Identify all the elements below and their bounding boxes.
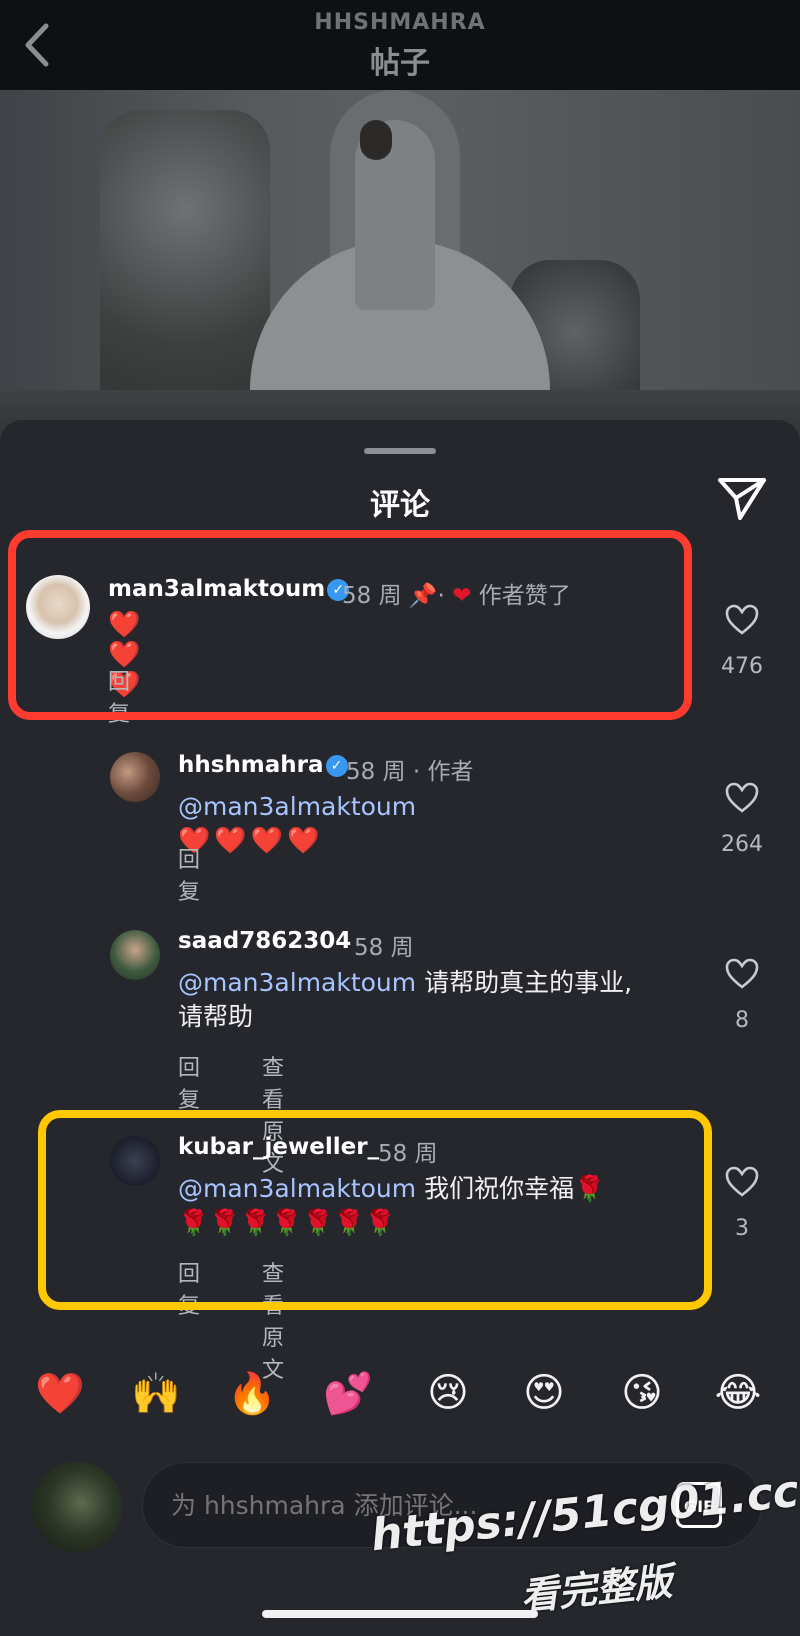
like-count: 264: [721, 832, 763, 857]
current-user-avatar: [32, 1462, 122, 1552]
emoji-crying[interactable]: 😢: [418, 1370, 478, 1416]
like-heart-icon[interactable]: [725, 958, 759, 990]
like-heart-icon[interactable]: [725, 604, 759, 636]
comment-username[interactable]: hhshmahra ✓: [178, 752, 348, 778]
emoji-fire[interactable]: 🔥: [222, 1370, 282, 1417]
comment-meta: 58 周 · 作者: [346, 759, 474, 785]
like-count: 8: [735, 1008, 749, 1033]
highlight-box-yellow: [38, 1110, 712, 1310]
emoji-joy[interactable]: 😂: [708, 1370, 768, 1416]
like-count: 476: [721, 654, 763, 679]
home-indicator[interactable]: [262, 1610, 538, 1618]
avatar[interactable]: [110, 930, 160, 980]
reply-button[interactable]: 回复: [178, 842, 200, 906]
sheet-grabber[interactable]: [364, 448, 436, 454]
emoji-two-hearts[interactable]: 💕: [318, 1370, 378, 1417]
comments-title: 评论: [370, 488, 430, 523]
emoji-raised-hands[interactable]: 🙌: [126, 1370, 186, 1417]
account-name: HHSHMAHRA: [314, 10, 486, 35]
mention-link[interactable]: @man3almaktoum: [178, 968, 416, 997]
page-title: 帖子: [370, 46, 430, 81]
share-paper-plane-icon[interactable]: [716, 474, 768, 522]
highlight-box-red: [8, 530, 692, 720]
like-heart-icon[interactable]: [725, 782, 759, 814]
like-count: 3: [735, 1216, 749, 1241]
comment-username[interactable]: saad7862304: [178, 928, 351, 954]
like-heart-icon[interactable]: [725, 1166, 759, 1198]
verified-badge-icon: ✓: [325, 755, 348, 777]
post-photo: [0, 90, 800, 442]
reply-button[interactable]: 回复: [178, 1050, 200, 1114]
emoji-kiss[interactable]: 😘: [612, 1370, 672, 1416]
emoji-heart[interactable]: ❤️: [30, 1370, 90, 1417]
comment-meta: 58 周: [354, 935, 414, 961]
quick-emoji-bar: [0, 1366, 800, 1436]
mention-link[interactable]: @man3almaktoum: [178, 792, 416, 821]
comment-text: @man3almaktoum 请帮助真主的事业, 请帮助: [178, 968, 633, 1031]
comment-text: @man3almaktoum ❤️❤️❤️❤️: [178, 792, 417, 856]
emoji-heart-eyes[interactable]: 😍: [514, 1370, 574, 1416]
avatar[interactable]: [110, 752, 160, 802]
